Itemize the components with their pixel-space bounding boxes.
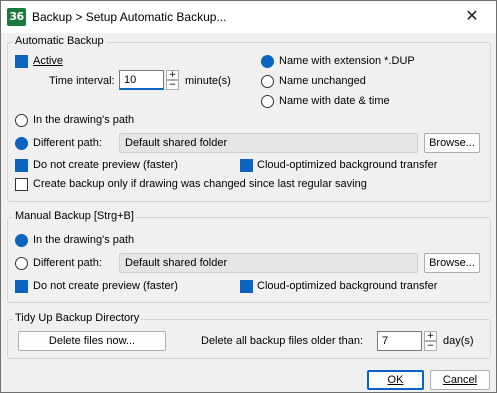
days-down-button[interactable]: − [424,341,437,351]
close-icon[interactable]: ✕ [450,1,494,31]
auto-no-preview-label: Do not create preview (faster) [33,159,178,171]
auto-browse-button[interactable]: Browse... [424,133,480,153]
cancel-button[interactable]: Cancel [430,370,490,390]
manual-no-preview-checkbox[interactable] [15,280,28,293]
active-checkbox[interactable] [15,55,28,68]
only-changed-checkbox[interactable] [15,178,28,191]
time-interval-unit: minute(s) [185,75,231,87]
days-up-button[interactable]: + [424,331,437,341]
manual-in-path-label: In the drawing's path [33,234,135,246]
manual-different-path-label: Different path: [33,257,102,269]
name-unchanged-radio[interactable] [261,75,274,88]
auto-different-path-radio[interactable] [15,137,28,150]
time-interval-label: Time interval: [49,75,115,87]
only-changed-label: Create backup only if drawing was change… [33,178,367,190]
manual-path-field[interactable]: Default shared folder [119,253,418,273]
name-date-radio[interactable] [261,95,274,108]
name-date-label: Name with date & time [279,95,390,107]
title-bar: 36 Backup > Setup Automatic Backup... ✕ [1,1,496,33]
manual-browse-button[interactable]: Browse... [424,253,480,273]
manual-backup-group-label: Manual Backup [Strg+B] [13,210,136,222]
manual-cloud-label: Cloud-optimized background transfer [257,280,438,292]
manual-no-preview-label: Do not create preview (faster) [33,280,178,292]
auto-path-field[interactable]: Default shared folder [119,133,418,153]
name-extension-label: Name with extension *.DUP [279,55,415,67]
auto-different-path-label: Different path: [33,137,102,149]
manual-in-path-radio[interactable] [15,234,28,247]
window-title: Backup > Setup Automatic Backup... [32,10,227,24]
days-input[interactable]: 7 [377,331,422,351]
time-interval-input[interactable]: 10 [119,70,164,90]
ok-label: OK [387,374,404,386]
auto-cloud-label: Cloud-optimized background transfer [257,159,438,171]
time-interval-down-button[interactable]: − [166,80,179,90]
tidy-up-group-label: Tidy Up Backup Directory [13,312,142,324]
ok-button[interactable]: OK [367,370,424,390]
name-extension-radio[interactable] [261,55,274,68]
auto-no-preview-checkbox[interactable] [15,159,28,172]
delete-files-now-button[interactable]: Delete files now... [18,331,166,351]
app-icon: 36 [7,8,26,26]
automatic-backup-group-label: Automatic Backup [13,35,106,47]
manual-different-path-radio[interactable] [15,257,28,270]
days-unit: day(s) [443,335,474,347]
backup-dialog: 36 Backup > Setup Automatic Backup... ✕ … [0,0,497,393]
auto-in-path-radio[interactable] [15,114,28,127]
auto-cloud-checkbox[interactable] [240,159,253,172]
active-label-text: Active [33,55,63,67]
name-unchanged-label: Name unchanged [279,75,366,87]
manual-cloud-checkbox[interactable] [240,280,253,293]
older-than-label: Delete all backup files older than: [201,335,364,347]
active-label: Active [33,55,63,67]
time-interval-up-button[interactable]: + [166,70,179,80]
cancel-label: Cancel [442,374,478,386]
auto-in-path-label: In the drawing's path [33,114,135,126]
